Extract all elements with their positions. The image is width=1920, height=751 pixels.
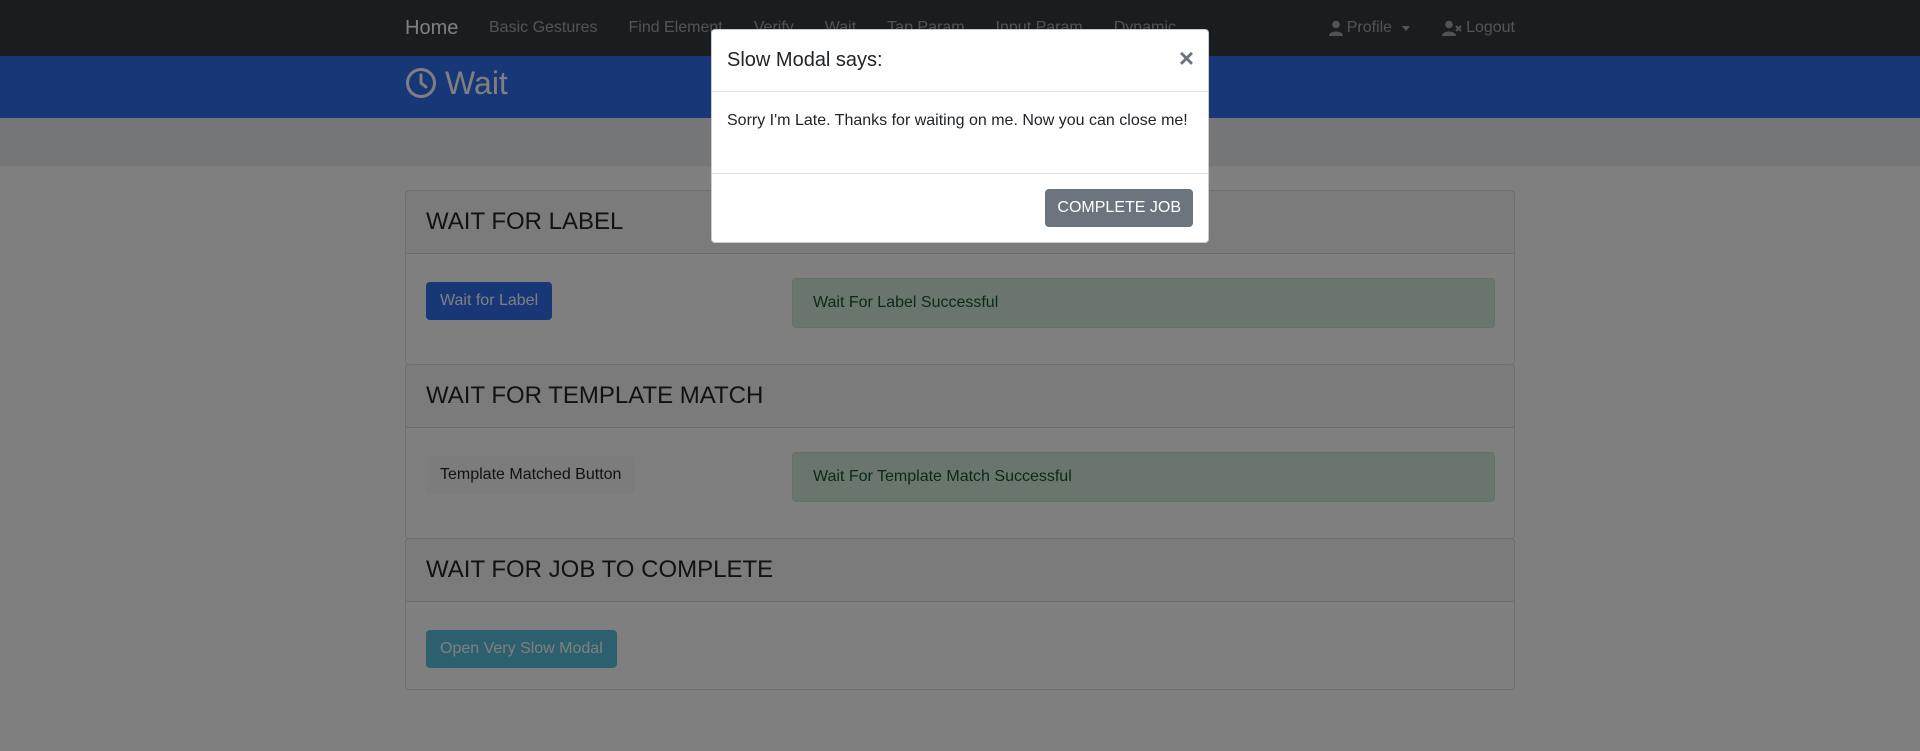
modal-title: Slow Modal says: xyxy=(727,49,883,71)
slow-modal: Slow Modal says: × Sorry I'm Late. Thank… xyxy=(711,29,1209,243)
complete-job-button[interactable]: COMPLETE JOB xyxy=(1045,189,1193,227)
close-icon[interactable]: × xyxy=(1179,44,1194,72)
modal-body: Sorry I'm Late. Thanks for waiting on me… xyxy=(712,92,1208,174)
modal-header: Slow Modal says: × xyxy=(712,30,1208,92)
modal-footer: COMPLETE JOB xyxy=(712,174,1208,242)
